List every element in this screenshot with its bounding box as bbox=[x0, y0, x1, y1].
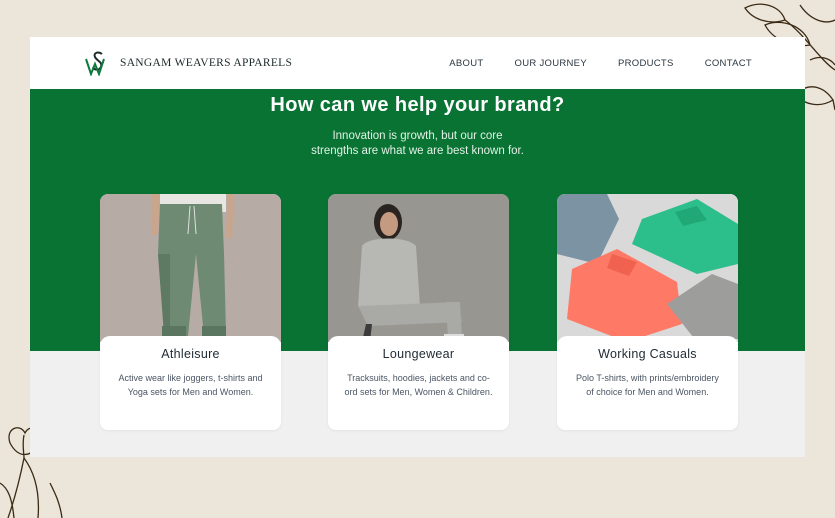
card-title: Athleisure bbox=[161, 347, 220, 361]
card-description: Polo T-shirts, with prints/embroidery of… bbox=[576, 373, 719, 397]
main-nav: ABOUT OUR JOURNEY PRODUCTS CONTACT bbox=[418, 37, 752, 89]
nav-products[interactable]: PRODUCTS bbox=[618, 58, 674, 69]
top-navbar: SANGAM WEAVERS APPARELS ABOUT OUR JOURNE… bbox=[30, 37, 805, 89]
category-card-athleisure[interactable]: Athleisure Active wear like joggers, t-s… bbox=[100, 194, 281, 430]
card-title: Working Casuals bbox=[598, 347, 697, 361]
loungewear-photo bbox=[328, 194, 509, 342]
sw-monogram-icon bbox=[85, 51, 105, 76]
card-description: Active wear like joggers, t-shirts and Y… bbox=[118, 373, 263, 397]
card-body: Working Casuals Polo T-shirts, with prin… bbox=[557, 336, 738, 430]
card-body: Loungewear Tracksuits, hoodies, jackets … bbox=[328, 336, 509, 430]
hero-subtitle-line: strengths are what we are best known for… bbox=[311, 145, 524, 157]
category-card-loungewear[interactable]: Loungewear Tracksuits, hoodies, jackets … bbox=[328, 194, 509, 430]
card-body: Athleisure Active wear like joggers, t-s… bbox=[100, 336, 281, 430]
brand-name: SANGAM WEAVERS APPARELS bbox=[120, 57, 293, 69]
brand-logo[interactable]: SANGAM WEAVERS APPARELS bbox=[85, 50, 292, 76]
card-title: Loungewear bbox=[382, 347, 455, 361]
website-frame: SANGAM WEAVERS APPARELS ABOUT OUR JOURNE… bbox=[30, 37, 805, 457]
working-casuals-photo bbox=[557, 194, 738, 342]
category-card-working-casuals[interactable]: Working Casuals Polo T-shirts, with prin… bbox=[557, 194, 738, 430]
nav-about[interactable]: ABOUT bbox=[449, 58, 483, 69]
hero-subtitle: Innovation is growth, but our core stren… bbox=[30, 129, 805, 159]
hero-subtitle-line: Innovation is growth, but our core bbox=[332, 130, 503, 142]
nav-our-journey[interactable]: OUR JOURNEY bbox=[515, 58, 587, 69]
nav-contact[interactable]: CONTACT bbox=[705, 58, 752, 69]
card-description: Tracksuits, hoodies, jackets and co-ord … bbox=[344, 373, 493, 397]
athleisure-photo bbox=[100, 194, 281, 342]
hero-title: How can we help your brand? bbox=[270, 94, 565, 116]
